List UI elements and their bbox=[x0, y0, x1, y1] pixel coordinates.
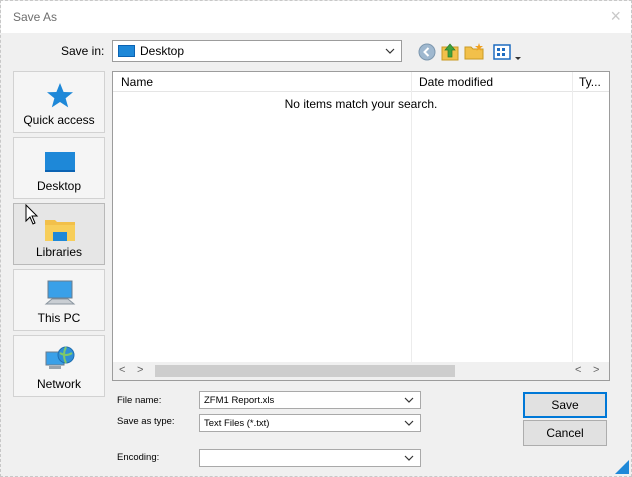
place-label: This PC bbox=[37, 311, 81, 325]
place-this-pc[interactable]: This PC bbox=[13, 269, 105, 331]
save-in-value: Desktop bbox=[140, 44, 185, 58]
chevron-down-icon bbox=[404, 420, 414, 426]
column-divider bbox=[572, 72, 573, 362]
horizontal-scrollbar[interactable]: < > < > bbox=[113, 362, 609, 380]
column-header-type[interactable]: Ty... bbox=[579, 75, 601, 89]
desktop-icon bbox=[118, 45, 135, 57]
save-in-dropdown[interactable]: Desktop bbox=[112, 40, 402, 62]
new-folder-icon[interactable] bbox=[463, 41, 485, 63]
place-label: Libraries bbox=[35, 245, 83, 259]
chevron-down-icon[interactable] bbox=[404, 395, 414, 405]
star-icon bbox=[47, 83, 73, 108]
file-name-label: File name: bbox=[117, 395, 162, 406]
chevron-down-icon bbox=[385, 48, 395, 54]
save-in-label: Save in: bbox=[61, 44, 105, 58]
scroll-left-icon[interactable]: < bbox=[575, 364, 581, 376]
scroll-right-icon[interactable]: > bbox=[137, 364, 143, 376]
back-icon[interactable] bbox=[416, 41, 438, 63]
save-as-dialog: Save As × Save in: Desktop Quick access bbox=[0, 0, 632, 477]
save-as-type-label: Save as type: bbox=[117, 416, 175, 427]
scroll-right-icon[interactable]: > bbox=[593, 364, 599, 376]
place-quick-access[interactable]: Quick access bbox=[13, 71, 105, 133]
computer-icon bbox=[44, 280, 76, 305]
place-label: Quick access bbox=[23, 113, 95, 127]
scrollbar-thumb[interactable] bbox=[155, 365, 455, 377]
encoding-dropdown[interactable] bbox=[199, 449, 421, 467]
desktop-icon bbox=[45, 152, 75, 172]
scroll-left-icon[interactable]: < bbox=[119, 364, 125, 376]
file-list[interactable]: Name Date modified Ty... No items match … bbox=[112, 71, 610, 381]
window-title: Save As bbox=[13, 10, 58, 24]
mouse-cursor-icon bbox=[25, 204, 39, 225]
title-bar: Save As × bbox=[1, 1, 631, 33]
place-network[interactable]: Network bbox=[13, 335, 105, 397]
place-desktop[interactable]: Desktop bbox=[13, 137, 105, 199]
save-button[interactable]: Save bbox=[523, 392, 607, 418]
place-label: Desktop bbox=[36, 179, 82, 193]
encoding-label: Encoding: bbox=[117, 452, 160, 463]
file-name-value: ZFM1 Report.xls bbox=[204, 395, 275, 406]
save-as-type-value: Text Files (*.txt) bbox=[204, 418, 270, 429]
place-label: Network bbox=[36, 377, 81, 391]
libraries-icon bbox=[45, 220, 75, 241]
empty-message: No items match your search. bbox=[284, 97, 438, 111]
cancel-button[interactable]: Cancel bbox=[523, 420, 607, 446]
places-bar: Quick access Desktop Libraries This PC N… bbox=[11, 71, 105, 403]
network-icon bbox=[45, 346, 75, 369]
chevron-down-icon bbox=[404, 455, 414, 461]
view-menu-icon[interactable] bbox=[491, 41, 525, 63]
resize-grip-icon[interactable] bbox=[615, 460, 629, 474]
column-header-date-modified[interactable]: Date modified bbox=[419, 75, 493, 89]
close-icon[interactable]: × bbox=[610, 7, 621, 25]
column-header-name[interactable]: Name bbox=[121, 75, 153, 89]
column-divider bbox=[411, 72, 412, 362]
file-name-field[interactable]: ZFM1 Report.xls bbox=[199, 391, 421, 409]
up-folder-icon[interactable] bbox=[439, 41, 461, 63]
column-header-row: Name Date modified Ty... bbox=[113, 72, 609, 92]
save-as-type-dropdown[interactable]: Text Files (*.txt) bbox=[199, 414, 421, 432]
